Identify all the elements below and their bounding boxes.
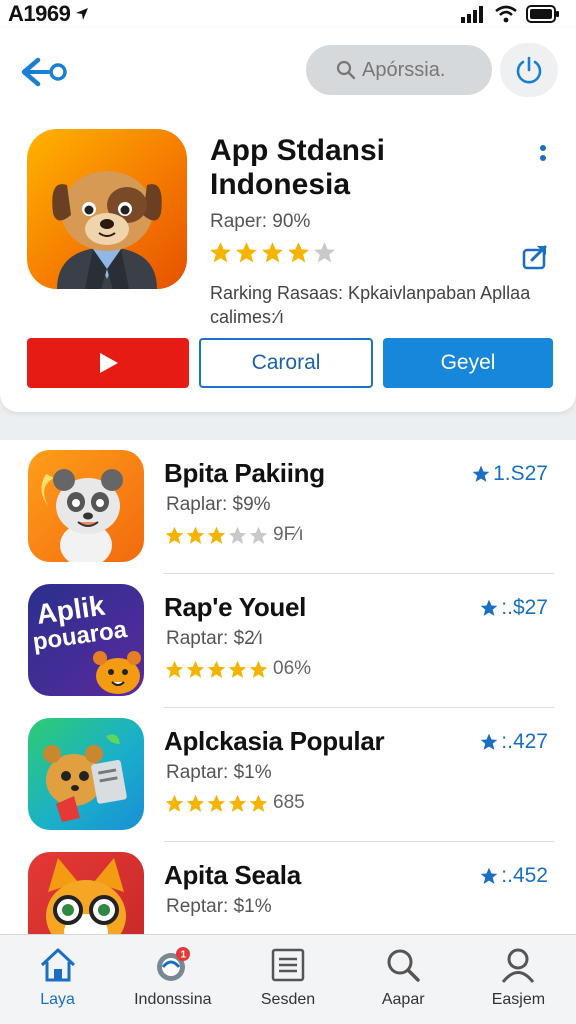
back-button[interactable] bbox=[18, 50, 74, 94]
star-filled-icon bbox=[165, 526, 184, 544]
star-icon bbox=[480, 599, 498, 616]
search-placeholder: Apórssia. bbox=[362, 58, 446, 81]
wifi-icon bbox=[495, 5, 517, 23]
star-filled-icon bbox=[228, 660, 247, 678]
star-filled-icon bbox=[165, 660, 184, 678]
app-list: Bpita Pakiing Raplar: $9% 9F⁄ı 1.S27 Apl… bbox=[0, 440, 576, 940]
bear-card-icon[interactable] bbox=[28, 718, 144, 830]
list-item[interactable]: Bpita Pakiing Raplar: $9% 9F⁄ı 1.S27 bbox=[0, 440, 576, 574]
person-icon bbox=[498, 945, 538, 985]
list-item[interactable]: Aplik pouaroa Rap'e Youel Raptar: $2⁄ı 0… bbox=[0, 574, 576, 708]
app-title: App Stdansi Indonesia bbox=[210, 134, 386, 201]
app-title: Apita Seala bbox=[164, 860, 301, 890]
tab-profile[interactable]: Easjem bbox=[461, 935, 576, 1024]
tab-label: Indonssina bbox=[134, 991, 212, 1008]
tab-home[interactable]: Laya bbox=[0, 935, 115, 1024]
star-empty-icon bbox=[228, 526, 247, 544]
panda-icon[interactable] bbox=[28, 450, 144, 562]
power-button[interactable] bbox=[500, 43, 558, 97]
play-button[interactable] bbox=[27, 338, 189, 388]
star-icon bbox=[480, 733, 498, 750]
home-icon bbox=[38, 945, 78, 985]
app-description: Rarking Rasaas: Kpkaivlanpabаn Apllaa ca… bbox=[210, 283, 531, 327]
search-input[interactable]: Apórssia. bbox=[306, 45, 492, 95]
star-filled-icon bbox=[236, 242, 257, 263]
star-filled-icon bbox=[207, 794, 226, 812]
tab-indonesia[interactable]: 1 Indonssina bbox=[115, 935, 230, 1024]
dog-app-icon[interactable] bbox=[27, 129, 187, 289]
search-icon bbox=[336, 60, 356, 80]
app-score: 685 bbox=[273, 792, 305, 813]
search-icon bbox=[383, 945, 423, 985]
star-empty-icon bbox=[314, 242, 335, 263]
app-title: Aplckasia Popular bbox=[164, 726, 385, 756]
app-title: Bpita Pakiing bbox=[164, 458, 325, 488]
get-button[interactable]: Geyel bbox=[383, 338, 553, 388]
app-rating-text: Raplar: $9% bbox=[166, 494, 271, 515]
app-score: 9F⁄ı bbox=[273, 524, 304, 545]
star-filled-icon bbox=[228, 794, 247, 812]
tab-bar: Laya 1 Indonssina Sesden Aapar Easjem bbox=[0, 934, 576, 1024]
app-star-rating bbox=[208, 240, 337, 265]
tab-label: Aapar bbox=[381, 991, 425, 1008]
list-icon bbox=[268, 945, 308, 985]
dog-illustration-icon bbox=[52, 171, 162, 289]
status-time: A1969 bbox=[8, 1, 71, 26]
share-icon[interactable] bbox=[520, 242, 550, 272]
app-rating-text: Reptar: $1% bbox=[166, 896, 272, 917]
star-filled-icon bbox=[262, 242, 283, 263]
cancel-button[interactable]: Caroral bbox=[199, 338, 373, 388]
star-filled-icon bbox=[207, 660, 226, 678]
location-arrow-icon bbox=[76, 8, 89, 20]
app-price: 1.S27 bbox=[493, 462, 548, 485]
star-filled-icon bbox=[288, 242, 309, 263]
price-button[interactable]: :.427 bbox=[479, 730, 548, 754]
tab-search[interactable]: Aapar bbox=[346, 935, 461, 1024]
signal-icon bbox=[461, 6, 483, 23]
price-button[interactable]: 1.S27 bbox=[471, 462, 548, 486]
star-filled-icon bbox=[186, 660, 205, 678]
cat-glasses-icon[interactable] bbox=[28, 852, 144, 940]
battery-icon bbox=[526, 5, 559, 23]
power-icon bbox=[516, 56, 542, 84]
price-button[interactable]: :.452 bbox=[479, 864, 548, 888]
more-options-icon[interactable] bbox=[536, 144, 550, 170]
tab-sesden[interactable]: Sesden bbox=[230, 935, 345, 1024]
tab-label: Laya bbox=[40, 991, 75, 1008]
star-filled-icon bbox=[210, 242, 231, 263]
app-rating-text: Raper: 90% bbox=[210, 211, 311, 232]
aplik-pouaroa-icon[interactable]: Aplik pouaroa bbox=[28, 584, 144, 696]
price-button[interactable]: :.$27 bbox=[479, 596, 548, 620]
app-rating-text: Raptar: $2⁄ı bbox=[166, 628, 264, 649]
app-star-rating: 06% bbox=[164, 658, 311, 680]
featured-card: Apórssia. App Stdansi Indonesia Raper: 9… bbox=[0, 28, 576, 412]
star-filled-icon bbox=[165, 794, 184, 812]
star-icon bbox=[480, 867, 498, 884]
list-item[interactable]: Aplckasia Popular Raptar: $1% 685 :.427 bbox=[0, 708, 576, 842]
tab-label: Sesden bbox=[260, 991, 316, 1008]
play-icon bbox=[100, 353, 118, 373]
star-filled-icon bbox=[207, 526, 226, 544]
star-empty-icon bbox=[249, 526, 268, 544]
app-star-rating: 9F⁄ı bbox=[164, 524, 304, 546]
app-price: :.427 bbox=[501, 730, 548, 753]
app-score: 06% bbox=[273, 658, 312, 679]
app-price: :.452 bbox=[501, 864, 548, 887]
tab-label: Easjem bbox=[491, 991, 546, 1008]
action-buttons: Caroral Geyel bbox=[27, 338, 553, 388]
status-bar: A1969 bbox=[0, 0, 576, 28]
app-rating-text: Raptar: $1% bbox=[166, 762, 272, 783]
svg-text:1: 1 bbox=[180, 950, 186, 961]
list-item[interactable]: Apita Seala Reptar: $1% :.452 bbox=[0, 842, 576, 940]
app-title: Rap'e Youel bbox=[164, 592, 307, 622]
back-arrow-icon bbox=[21, 57, 67, 87]
app-price: :.$27 bbox=[501, 596, 548, 619]
globe-badge-icon: 1 bbox=[153, 945, 193, 985]
star-icon bbox=[472, 465, 490, 482]
star-filled-icon bbox=[186, 526, 205, 544]
star-filled-icon bbox=[249, 794, 268, 812]
star-filled-icon bbox=[249, 660, 268, 678]
star-filled-icon bbox=[186, 794, 205, 812]
app-star-rating: 685 bbox=[164, 792, 305, 814]
